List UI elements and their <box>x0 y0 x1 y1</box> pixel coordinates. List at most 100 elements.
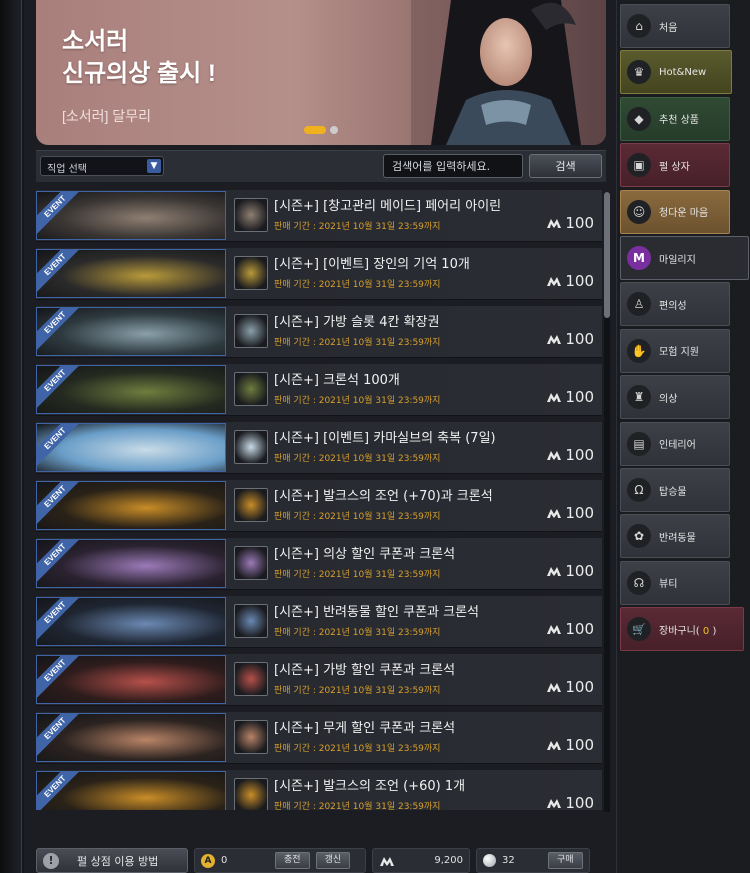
sidebar-item[interactable]: ✋ 모험 지원 <box>620 328 730 373</box>
banner-character-image <box>411 0 606 145</box>
sale-period: 판매 기간 : 2021년 10월 31일 23:59까지 <box>274 686 441 696</box>
thumbs-up-icon: ✋ <box>627 338 651 363</box>
charge-button[interactable]: 충전 <box>275 852 310 869</box>
sidebar-item-label: Hot&New <box>659 66 707 78</box>
search-input[interactable] <box>383 154 523 178</box>
search-button[interactable]: 검색 <box>529 154 602 178</box>
product-price: 100 <box>546 272 594 290</box>
shop-main: 소서러 신규의상 출시 ! [소서러] 달무리 직업 선택 ▼ 검색어를 입력하… <box>24 0 616 873</box>
product-row[interactable]: EVENT [시즌+] [이벤트] 카마실브의 축복 (7일) 판매 기간 : 20… <box>36 422 602 474</box>
item-icon <box>234 198 268 232</box>
sidebar-item[interactable]: ♜ 의상 <box>620 375 730 420</box>
sale-period: 판매 기간 : 2021년 10월 31일 23:59까지 <box>274 628 441 638</box>
product-thumbnail[interactable]: EVENT <box>36 597 226 646</box>
sidebar-item-label: 펄 상자 <box>659 161 690 173</box>
sidebar-item[interactable]: ⌂ 처음 <box>620 4 730 48</box>
product-row[interactable]: EVENT [시즌+] [이벤트] 장인의 기억 10개 판매 기간 : 2021년… <box>36 248 602 300</box>
sidebar-item[interactable]: ☺ 청다운 마음 <box>620 189 730 234</box>
sale-period: 판매 기간 : 2021년 10월 31일 23:59까지 <box>274 338 441 348</box>
beauty-icon: ☊ <box>627 570 651 595</box>
sidebar-item[interactable]: ✿ 반려동물 <box>620 514 730 559</box>
sale-period: 판매 기간 : 2021년 10월 31일 23:59까지 <box>274 280 441 290</box>
left-edge-frame <box>0 0 22 873</box>
product-list-scrollbar[interactable] <box>604 192 610 812</box>
sidebar-item[interactable]: ▤ 인테리어 <box>620 421 730 466</box>
sidebar-item-label: 청다운 마음 <box>659 208 709 220</box>
acoin-icon: A <box>201 853 215 868</box>
product-price-value: 100 <box>565 504 594 522</box>
sidebar-item[interactable]: ◆ 추천 상품 <box>620 96 730 141</box>
product-price-value: 100 <box>565 562 594 580</box>
mileage-icon <box>547 741 562 750</box>
mileage-icon <box>547 451 562 460</box>
sidebar-item[interactable]: ♙ 편의성 <box>620 282 730 327</box>
product-row[interactable]: EVENT [시즌+] [창고관리 메이드] 페어리 아이린 판매 기간 : 202… <box>36 190 602 242</box>
product-price: 100 <box>546 794 594 810</box>
mileage-icon <box>547 799 562 808</box>
item-icon <box>234 662 268 696</box>
banner-pager-dot-2[interactable] <box>330 126 338 134</box>
product-row[interactable]: EVENT [시즌+] 크론석 100개 판매 기간 : 2021년 10월 31일… <box>36 364 602 416</box>
product-row[interactable]: EVENT [시즌+] 무게 할인 쿠폰과 크론석 판매 기간 : 2021년 10… <box>36 712 602 764</box>
sidebar-item[interactable]: ♛ Hot&New <box>620 50 732 95</box>
cart-button[interactable]: 🛒 장바구니( 0 ) <box>620 607 744 652</box>
product-thumbnail[interactable]: EVENT <box>36 539 226 588</box>
product-thumbnail[interactable]: EVENT <box>36 655 226 704</box>
scrollbar-thumb[interactable] <box>604 192 610 318</box>
product-thumbnail[interactable]: EVENT <box>36 249 226 298</box>
promo-banner[interactable]: 소서러 신규의상 출시 ! [소서러] 달무리 <box>36 0 606 145</box>
buy-button[interactable]: 구매 <box>548 852 583 869</box>
product-row[interactable]: EVENT [시즌+] 발크스의 조언 (+60) 1개 판매 기간 : 2021년… <box>36 770 602 810</box>
product-row[interactable]: EVENT [시즌+] 가방 슬롯 4칸 확장권 판매 기간 : 2021년 10월… <box>36 306 602 358</box>
box-icon: ▣ <box>627 153 651 178</box>
product-thumbnail[interactable]: EVENT <box>36 365 226 414</box>
furniture-icon: ▤ <box>627 431 651 456</box>
shop-guide-label: 펄 상점 이용 방법 <box>77 854 159 868</box>
product-price-value: 100 <box>565 330 594 348</box>
sidebar-item[interactable]: Ω 탑승물 <box>620 468 730 512</box>
sidebar-item[interactable]: M 마일리지 <box>620 236 749 280</box>
acoin-balance: 0 <box>221 855 228 866</box>
item-icon <box>234 604 268 638</box>
sidebar-item-label: 탑승물 <box>659 486 687 498</box>
product-thumbnail[interactable]: EVENT <box>36 191 226 240</box>
cart-icon: 🛒 <box>627 617 651 642</box>
product-name: [시즌+] 크론석 100개 <box>274 373 400 388</box>
acoin-wallet: A 0 충전 갱신 <box>194 848 366 873</box>
product-thumbnail[interactable]: EVENT <box>36 307 226 356</box>
product-list: EVENT [시즌+] [창고관리 메이드] 페어리 아이린판매 기간 : 202… <box>36 190 608 810</box>
product-row[interactable]: EVENT [시즌+] 가방 할인 쿠폰과 크론석 판매 기간 : 2021년 10… <box>36 654 602 706</box>
product-row[interactable]: EVENT [시즌+] 발크스의 조언 (+70)과 크론석 판매 기간 : 202… <box>36 480 602 532</box>
sidebar-item-label: 인테리어 <box>659 440 696 452</box>
product-price: 100 <box>546 446 594 464</box>
job-select-dropdown[interactable]: 직업 선택 ▼ <box>40 156 164 176</box>
product-thumbnail[interactable]: EVENT <box>36 713 226 762</box>
shop-guide-button[interactable]: ! 펄 상점 이용 방법 <box>36 848 188 873</box>
product-thumbnail[interactable]: EVENT <box>36 423 226 472</box>
filter-bar: 직업 선택 ▼ 검색 <box>36 150 606 182</box>
product-name: [시즌+] 무게 할인 쿠폰과 크론석 <box>274 721 456 736</box>
product-row[interactable]: EVENT [시즌+] 의상 할인 쿠폰과 크론석 판매 기간 : 2021년 10… <box>36 538 602 590</box>
banner-pager-dot-1[interactable] <box>304 126 326 134</box>
mileage-balance: 9,200 <box>434 855 463 866</box>
item-icon <box>234 546 268 580</box>
product-price: 100 <box>546 330 594 348</box>
product-name: [시즌+] [창고관리 메이드] 페어리 아이린 <box>274 199 502 214</box>
product-price-value: 100 <box>565 214 594 232</box>
sidebar-item-label: 반려동물 <box>659 532 696 544</box>
chevron-down-icon[interactable]: ▼ <box>147 159 161 173</box>
banner-pager[interactable] <box>304 126 338 134</box>
mileage-icon <box>547 277 562 286</box>
potion-icon: ♙ <box>627 292 651 317</box>
product-row[interactable]: EVENT [시즌+] 반려동물 할인 쿠폰과 크론석 판매 기간 : 2021년 … <box>36 596 602 648</box>
product-price: 100 <box>546 214 594 232</box>
job-select-value: 직업 선택 <box>47 164 87 175</box>
sidebar-item[interactable]: ☊ 뷰티 <box>620 560 730 605</box>
product-thumbnail[interactable]: EVENT <box>36 481 226 530</box>
product-thumbnail[interactable]: EVENT <box>36 771 226 810</box>
refresh-button[interactable]: 갱신 <box>315 852 351 869</box>
mileage-icon <box>547 393 562 402</box>
product-price-value: 100 <box>565 272 594 290</box>
sidebar-item[interactable]: ▣ 펄 상자 <box>620 143 730 188</box>
sidebar-item-label: 모험 지원 <box>659 347 699 359</box>
